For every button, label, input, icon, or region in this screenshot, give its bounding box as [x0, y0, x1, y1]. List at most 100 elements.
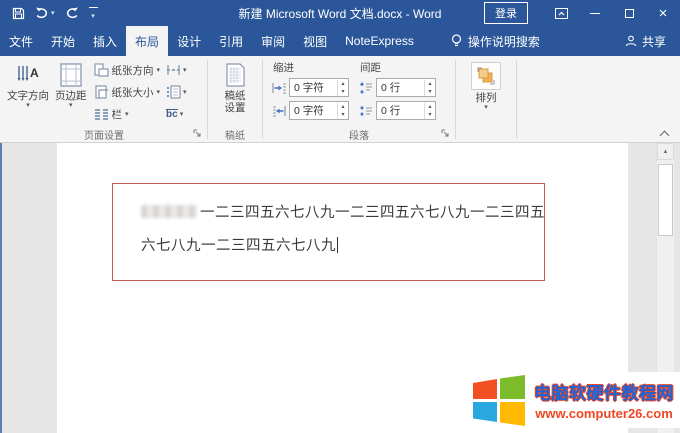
windows-logo-icon	[471, 374, 527, 426]
columns-button[interactable]: 栏 ▾	[92, 103, 163, 125]
page-setup-small-column: ▾ ▾ bc ▾	[164, 59, 189, 125]
space-after-up[interactable]: ▴	[425, 103, 435, 111]
tab-design[interactable]: 设计	[168, 26, 210, 56]
customize-quick-access-button[interactable]: ▾	[88, 6, 98, 20]
tell-me-label: 操作说明搜索	[467, 34, 540, 49]
group-page-setup: A 文字方向 ▾ 页边距 ▾ 纸张方向 ▾ 纸张大小 ▾ 栏 ▾ ▾ ▾ bc …	[2, 57, 206, 142]
space-before-icon	[359, 81, 373, 94]
line-numbers-button[interactable]: ▾	[164, 81, 189, 103]
orientation-button[interactable]: 纸张方向 ▾	[92, 59, 163, 81]
title-bar: ▾ ▾ 新建 Microsoft Word 文档.docx - Word 登录 …	[0, 0, 680, 26]
space-after-spinbox: ▴▾	[376, 101, 436, 120]
indent-left-down[interactable]: ▾	[338, 88, 348, 96]
tab-file[interactable]: 文件	[0, 26, 42, 56]
indent-right-icon	[272, 105, 286, 117]
undo-button[interactable]: ▾	[35, 7, 55, 19]
collapse-ribbon-button[interactable]	[658, 129, 670, 141]
columns-icon	[94, 108, 109, 120]
space-before-input[interactable]	[377, 81, 424, 94]
line-numbers-icon	[166, 85, 181, 99]
share-label: 共享	[641, 34, 666, 49]
undo-dropdown-caret[interactable]: ▾	[51, 9, 55, 17]
titlebar-right: 登录 ×	[484, 0, 680, 26]
grid-paper-icon	[225, 62, 245, 88]
word-window: ▾ ▾ 新建 Microsoft Word 文档.docx - Word 登录 …	[0, 0, 680, 433]
ribbon-display-options-button[interactable]	[544, 0, 578, 26]
text-direction-icon: A	[16, 62, 40, 88]
group-paragraph: 缩进 ▴▾	[264, 57, 454, 142]
paragraph-dialog-launcher[interactable]	[441, 129, 452, 140]
indent-left-up[interactable]: ▴	[338, 80, 348, 88]
site-watermark: 电脑软硬件教程网 www.computer26.com	[461, 372, 680, 428]
tab-review[interactable]: 审阅	[252, 26, 294, 56]
space-after-input[interactable]	[377, 104, 424, 117]
space-after-down[interactable]: ▾	[425, 111, 435, 119]
share-button[interactable]: 共享	[625, 26, 680, 56]
grid-settings-button[interactable]: 稿纸 设置	[222, 59, 249, 115]
tab-noteexpress[interactable]: NoteExpress	[336, 26, 423, 56]
arrange-icon	[471, 62, 501, 90]
ribbon-tab-bar: 文件 开始 插入 布局 设计 引用 审阅 视图 NoteExpress 操作说明…	[0, 26, 680, 56]
space-after-icon	[359, 105, 373, 117]
ribbon: A 文字方向 ▾ 页边距 ▾ 纸张方向 ▾ 纸张大小 ▾ 栏 ▾ ▾ ▾ bc …	[0, 56, 680, 143]
paper-size-icon	[94, 85, 109, 99]
group-divider	[262, 60, 263, 139]
tab-view[interactable]: 视图	[294, 26, 336, 56]
document-area: 一二三四五六七八九一二三四五六七八九一二三四五 六七八九一二三四五六七八九 ▲	[0, 143, 680, 433]
paper-size-button[interactable]: 纸张大小 ▾	[92, 81, 163, 103]
page-setup-dialog-launcher[interactable]	[193, 129, 204, 140]
page-setup-medium-column: 纸张方向 ▾ 纸张大小 ▾ 栏 ▾	[92, 59, 163, 125]
space-before-down[interactable]: ▾	[425, 88, 435, 96]
watermark-site-name: 电脑软硬件教程网	[534, 384, 674, 403]
indent-left-input[interactable]	[290, 81, 337, 94]
hyphenation-button[interactable]: bc ▾	[164, 103, 189, 125]
spacing-column: 间距 ▴▾	[359, 60, 436, 124]
close-button[interactable]: ×	[646, 0, 680, 26]
tab-insert[interactable]: 插入	[84, 26, 126, 56]
person-icon	[625, 35, 637, 47]
arrange-button[interactable]: 排列 ▾	[468, 59, 504, 112]
margins-icon	[60, 62, 82, 88]
redo-button[interactable]	[65, 7, 79, 19]
group-manuscript: 稿纸 设置 稿纸	[209, 57, 261, 142]
text-direction-button[interactable]: A 文字方向 ▾	[4, 59, 52, 110]
indent-left-spinbox: ▴▾	[289, 78, 349, 97]
indent-right-up[interactable]: ▴	[338, 103, 348, 111]
indent-right-input[interactable]	[290, 104, 337, 117]
spacing-label: 间距	[360, 62, 381, 74]
scrollbar-up-arrow[interactable]: ▲	[657, 143, 674, 160]
indent-left-icon	[272, 82, 286, 94]
page-setup-group-label: 页面设置	[84, 131, 124, 142]
indent-column: 缩进 ▴▾	[272, 60, 349, 124]
minimize-button[interactable]	[578, 0, 612, 26]
breaks-icon	[166, 64, 181, 76]
space-before-up[interactable]: ▴	[425, 80, 435, 88]
tab-layout[interactable]: 布局	[126, 26, 169, 56]
breaks-button[interactable]: ▾	[164, 59, 189, 81]
maximize-button[interactable]	[612, 0, 646, 26]
quick-access-toolbar: ▾ ▾	[0, 6, 98, 20]
lightbulb-icon	[451, 34, 462, 48]
hyphenation-icon: bc	[166, 108, 178, 120]
margins-button[interactable]: 页边距 ▾	[52, 59, 90, 110]
indent-label: 缩进	[273, 62, 294, 74]
page-border-box: 一二三四五六七八九一二三四五六七八九一二三四五 六七八九一二三四五六七八九	[112, 183, 545, 281]
sign-in-button[interactable]: 登录	[484, 2, 528, 24]
redacted-text-blur	[141, 205, 197, 218]
group-arrange: 排列 ▾	[457, 57, 515, 142]
text-line-1: 一二三四五六七八九一二三四五六七八九一二三四五	[141, 197, 545, 230]
tell-me-search[interactable]: 操作说明搜索	[443, 26, 548, 56]
manuscript-group-label: 稿纸	[225, 131, 245, 142]
group-divider	[207, 60, 208, 139]
svg-text:A: A	[30, 66, 39, 80]
indent-right-spinbox: ▴▾	[289, 101, 349, 120]
tab-references[interactable]: 引用	[210, 26, 252, 56]
text-line-2: 六七八九一二三四五六七八九	[141, 237, 338, 254]
space-before-spinbox: ▴▾	[376, 78, 436, 97]
save-icon[interactable]	[12, 7, 25, 20]
orientation-icon	[93, 63, 109, 77]
scrollbar-thumb[interactable]	[658, 164, 673, 236]
indent-right-down[interactable]: ▾	[338, 111, 348, 119]
group-divider	[455, 60, 456, 139]
tab-home[interactable]: 开始	[42, 26, 84, 56]
